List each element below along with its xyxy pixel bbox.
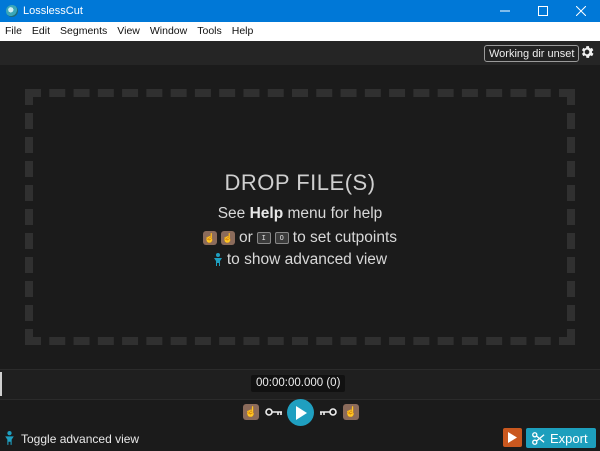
drop-files-title: DROP FILE(S) [224,170,376,195]
help-hint: See Help menu for help [0,205,600,223]
scissors-icon [532,431,545,445]
menu-file[interactable]: File [0,22,27,41]
minimize-button[interactable] [486,0,524,22]
export-mode-button[interactable] [503,428,522,447]
working-dir-button[interactable]: Working dir unset [484,45,580,62]
menu-bar: File Edit Segments View Window Tools Hel… [0,22,600,41]
minimize-icon [500,10,510,12]
help-hint-bold: Help [249,205,284,222]
keyboard-key-icon: I [256,232,271,244]
export-label: Export [550,430,588,446]
menu-help[interactable]: Help [227,22,259,41]
menu-edit[interactable]: Edit [27,22,55,41]
hand-icon[interactable]: ☝ [243,404,259,420]
play-icon [508,432,517,443]
window-controls [486,0,600,22]
menu-segments[interactable]: Segments [55,22,112,41]
maximize-icon [538,6,548,16]
hand-icon: ☝ [202,231,217,245]
hand-icon[interactable]: ☝ [343,404,359,420]
timeline-start-marker [0,372,2,396]
person-icon [5,431,14,445]
or-text: or [238,229,253,246]
menu-tools[interactable]: Tools [192,22,227,41]
key-icon[interactable] [265,408,283,416]
play-button[interactable] [287,399,314,426]
toggle-advanced-view[interactable]: Toggle advanced view [4,431,139,446]
menu-view[interactable]: View [112,22,145,41]
export-button[interactable]: Export [526,428,596,448]
advanced-hint: to show advanced view [0,251,600,269]
timecode-display[interactable]: 00:00:00.000 (0) [251,375,346,392]
title-bar: LosslessCut [0,0,600,22]
person-icon [213,253,222,266]
help-hint-prefix: See [217,205,250,222]
window-title: LosslessCut [23,5,83,17]
menu-window[interactable]: Window [145,22,192,41]
help-hint-suffix: menu for help [283,205,383,222]
close-icon [576,6,586,16]
close-button[interactable] [562,0,600,22]
toggle-advanced-label: Toggle advanced view [21,431,140,446]
key-icon[interactable] [319,408,337,416]
cutpoints-text: to set cutpoints [292,229,398,246]
play-icon [295,405,307,420]
top-bar: Working dir unset [0,41,600,65]
hand-icon: ☝ [220,231,235,245]
keyboard-key-icon: O [274,232,289,244]
app-icon [6,5,18,17]
gear-icon[interactable] [579,44,595,60]
cutpoints-hint: ☝ ☝ or I O to set cutpoints [0,229,600,247]
maximize-button[interactable] [524,0,562,22]
advanced-text: to show advanced view [226,251,388,268]
